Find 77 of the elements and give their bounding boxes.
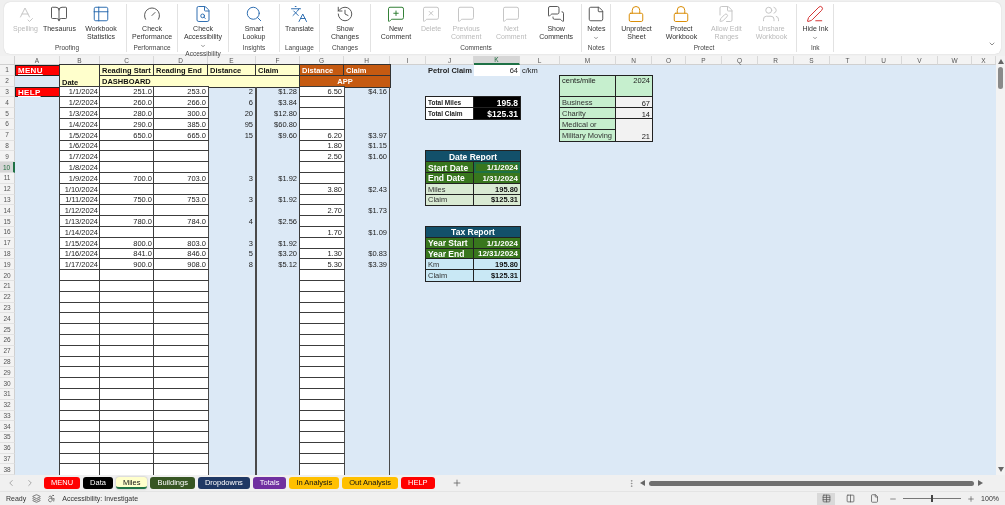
empty-cell [300,345,344,357]
sheet-link[interactable]: HELP [15,86,60,98]
empty-cell [300,442,344,454]
lock-icon [672,5,691,23]
chevron-right-icon[interactable] [25,478,35,488]
macro-icon[interactable] [32,494,42,503]
empty-cell [300,399,344,411]
empty-cell [300,108,344,119]
grid-icon [821,494,831,503]
view-button[interactable] [817,492,836,505]
scroll-left-icon[interactable] [640,480,645,486]
scroll-thumb[interactable] [998,67,1003,89]
empty-cell [300,356,344,368]
chevron-down-icon[interactable] [988,40,996,48]
horizontal-scrollbar[interactable] [649,480,974,486]
report-label: Year Start [426,237,474,249]
empty-cell [300,334,344,346]
chevron-left-icon[interactable] [6,478,16,488]
report-value: 1/1/2024 [474,237,520,249]
empty-cell [300,313,344,325]
document-search-icon [194,5,212,23]
report-value: 1/1/2024 [474,162,520,173]
history-icon [335,5,354,23]
empty-cell [300,237,344,249]
empty-cell [300,97,344,109]
columns-icon [845,494,855,503]
vertical-scrollbar[interactable] [996,56,1005,475]
total-value: 195.8 [474,97,520,109]
empty-cell [300,270,344,281]
empty-cell [300,432,344,443]
empty-cell [300,194,344,206]
comment-icon [502,5,521,23]
empty-cell [300,291,344,303]
empty-cell [300,172,344,184]
search-icon [245,5,263,23]
empty-cell [300,119,344,130]
comment-delete-icon [422,5,441,23]
empty-cell [300,280,344,292]
report-label: Start Date [426,162,474,173]
accessibility-icon[interactable] [47,494,57,503]
add-sheet-icon[interactable] [451,478,462,488]
empty-cell [300,367,344,379]
sheet-link[interactable]: MENU [15,65,60,76]
scroll-down-icon[interactable] [997,467,1004,472]
empty-cell [300,302,344,314]
page-icon [869,494,879,503]
gauge-icon [143,5,161,23]
table-icon [92,5,110,23]
empty-cell [300,464,344,475]
scroll-right-icon[interactable] [978,480,983,486]
empty-cell [300,162,344,173]
report-title: Date Report [426,151,520,163]
comments-icon [547,5,566,23]
users-icon [762,5,781,23]
report-value: 1/31/2024 [474,172,520,184]
report-title: Tax Report [426,226,520,238]
comment-add-icon [386,5,405,23]
pen-icon [806,5,825,23]
empty-cell [300,378,344,389]
scroll-up-icon[interactable] [997,59,1004,64]
empty-cell [300,453,344,465]
empty-cell [300,216,344,227]
empty-cell [300,324,344,335]
note-icon [587,5,606,23]
zoom-thumb[interactable] [931,495,934,502]
report-label: End Date [426,172,474,184]
pen-document-icon [717,5,736,23]
zoom-in-icon[interactable] [967,494,976,503]
total-value: $125.31 [474,108,520,119]
splitter-icon[interactable] [627,478,636,488]
book-icon [50,5,69,23]
comment-icon [457,5,476,23]
empty-cell [300,388,344,400]
lock-icon [627,5,646,23]
empty-cell [300,410,344,422]
translate-icon [290,5,309,23]
empty-cell [300,421,344,433]
